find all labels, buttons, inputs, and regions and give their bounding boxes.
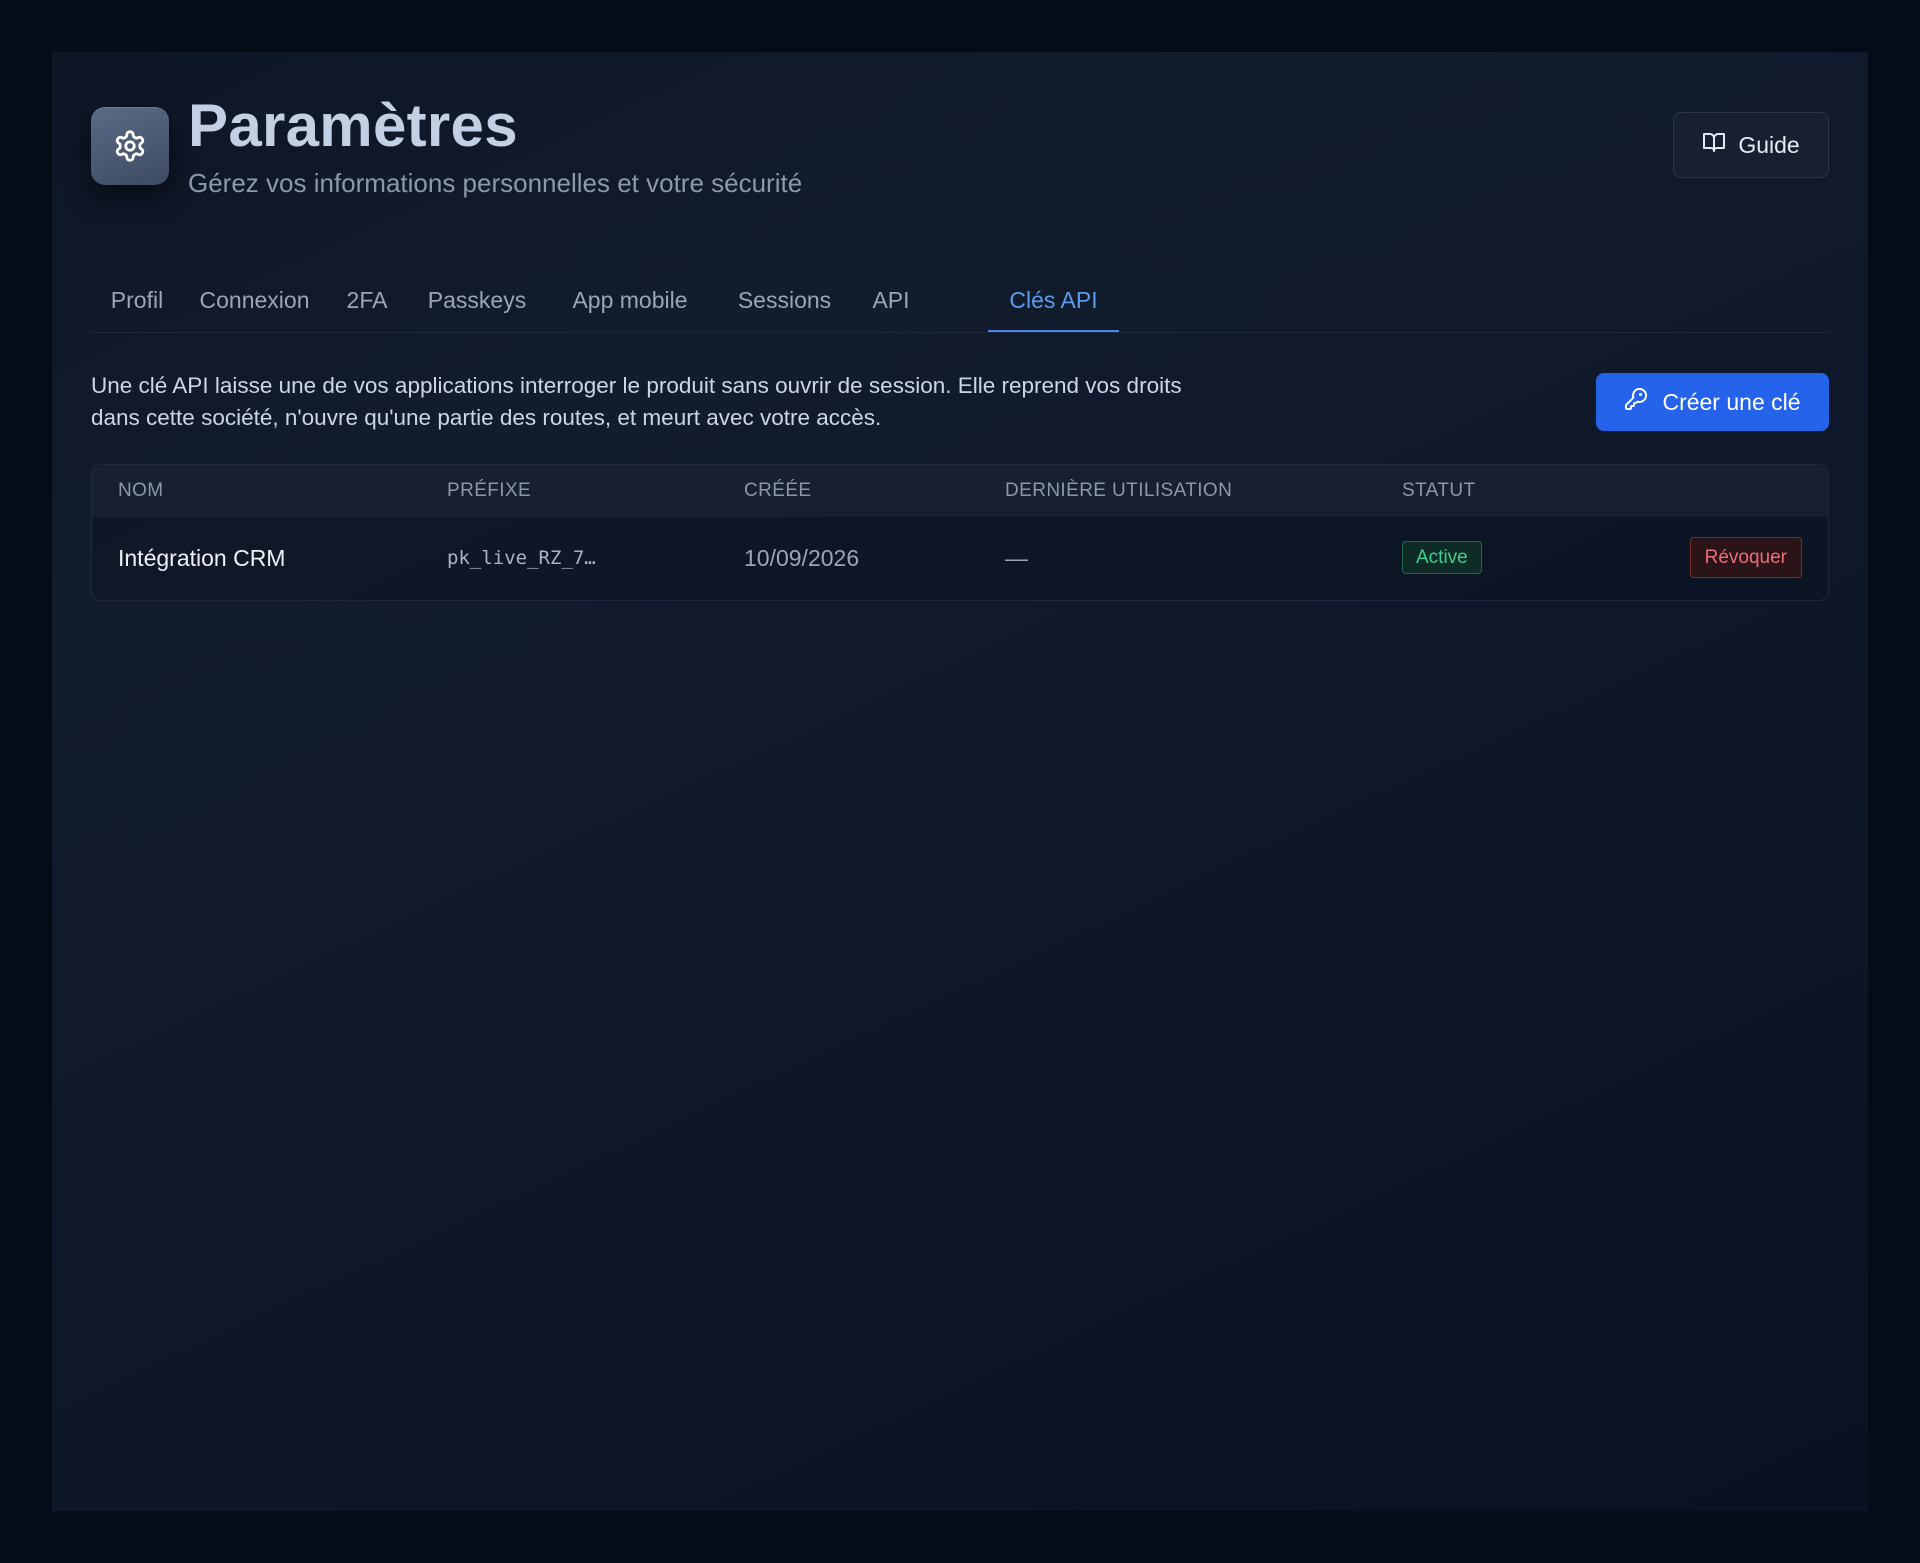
status-badge: Active xyxy=(1402,541,1482,574)
tab-passkeys[interactable]: Passkeys xyxy=(408,272,546,332)
tab-api[interactable]: API xyxy=(855,272,927,332)
settings-tabs: Profil Connexion 2FA Passkeys App mobile… xyxy=(91,272,1829,333)
api-keys-description: Une clé API laisse une de vos applicatio… xyxy=(91,373,1182,430)
tab-profil[interactable]: Profil xyxy=(91,272,183,332)
page-header: Paramètres Gérez vos informations person… xyxy=(91,90,1829,200)
guide-label: Guide xyxy=(1738,131,1800,158)
guide-button[interactable]: Guide xyxy=(1673,112,1829,178)
page-title: Paramètres xyxy=(188,92,518,159)
page-subtitle: Gérez vos informations personnelles et v… xyxy=(188,168,803,198)
gear-icon xyxy=(113,129,147,163)
column-header-derniere-utilisation: DERNIÈRE UTILISATION xyxy=(1005,480,1233,501)
key-prefix: pk_live_RZ_7… xyxy=(447,547,596,569)
column-header-nom: NOM xyxy=(118,480,164,501)
key-icon xyxy=(1624,387,1648,417)
table-header: NOM PRÉFIXE CRÉÉE DERNIÈRE UTILISATION S… xyxy=(92,465,1828,517)
tab-app-mobile[interactable]: App mobile xyxy=(546,272,714,332)
settings-badge xyxy=(91,107,169,185)
table-row: Intégration CRM pk_live_RZ_7… 10/09/2026… xyxy=(92,517,1828,600)
tab-2fa[interactable]: 2FA xyxy=(326,272,408,332)
key-last-used: — xyxy=(1005,545,1028,571)
tab-cles-api[interactable]: Clés API xyxy=(988,272,1119,332)
column-header-statut: STATUT xyxy=(1402,480,1476,501)
settings-panel: Paramètres Gérez vos informations person… xyxy=(52,52,1868,1511)
key-name: Intégration CRM xyxy=(118,545,286,571)
create-key-label: Créer une clé xyxy=(1662,388,1801,415)
tab-sessions[interactable]: Sessions xyxy=(714,272,855,332)
key-created-date: 10/09/2026 xyxy=(744,545,860,571)
book-icon xyxy=(1702,130,1726,160)
column-header-creee: CRÉÉE xyxy=(744,480,812,501)
revoke-button[interactable]: Révoquer xyxy=(1689,537,1802,578)
column-header-prefixe: PRÉFIXE xyxy=(447,480,532,501)
api-keys-table: NOM PRÉFIXE CRÉÉE DERNIÈRE UTILISATION S… xyxy=(91,464,1829,601)
create-key-button[interactable]: Créer une clé xyxy=(1596,373,1829,431)
tab-connexion[interactable]: Connexion xyxy=(183,272,326,332)
